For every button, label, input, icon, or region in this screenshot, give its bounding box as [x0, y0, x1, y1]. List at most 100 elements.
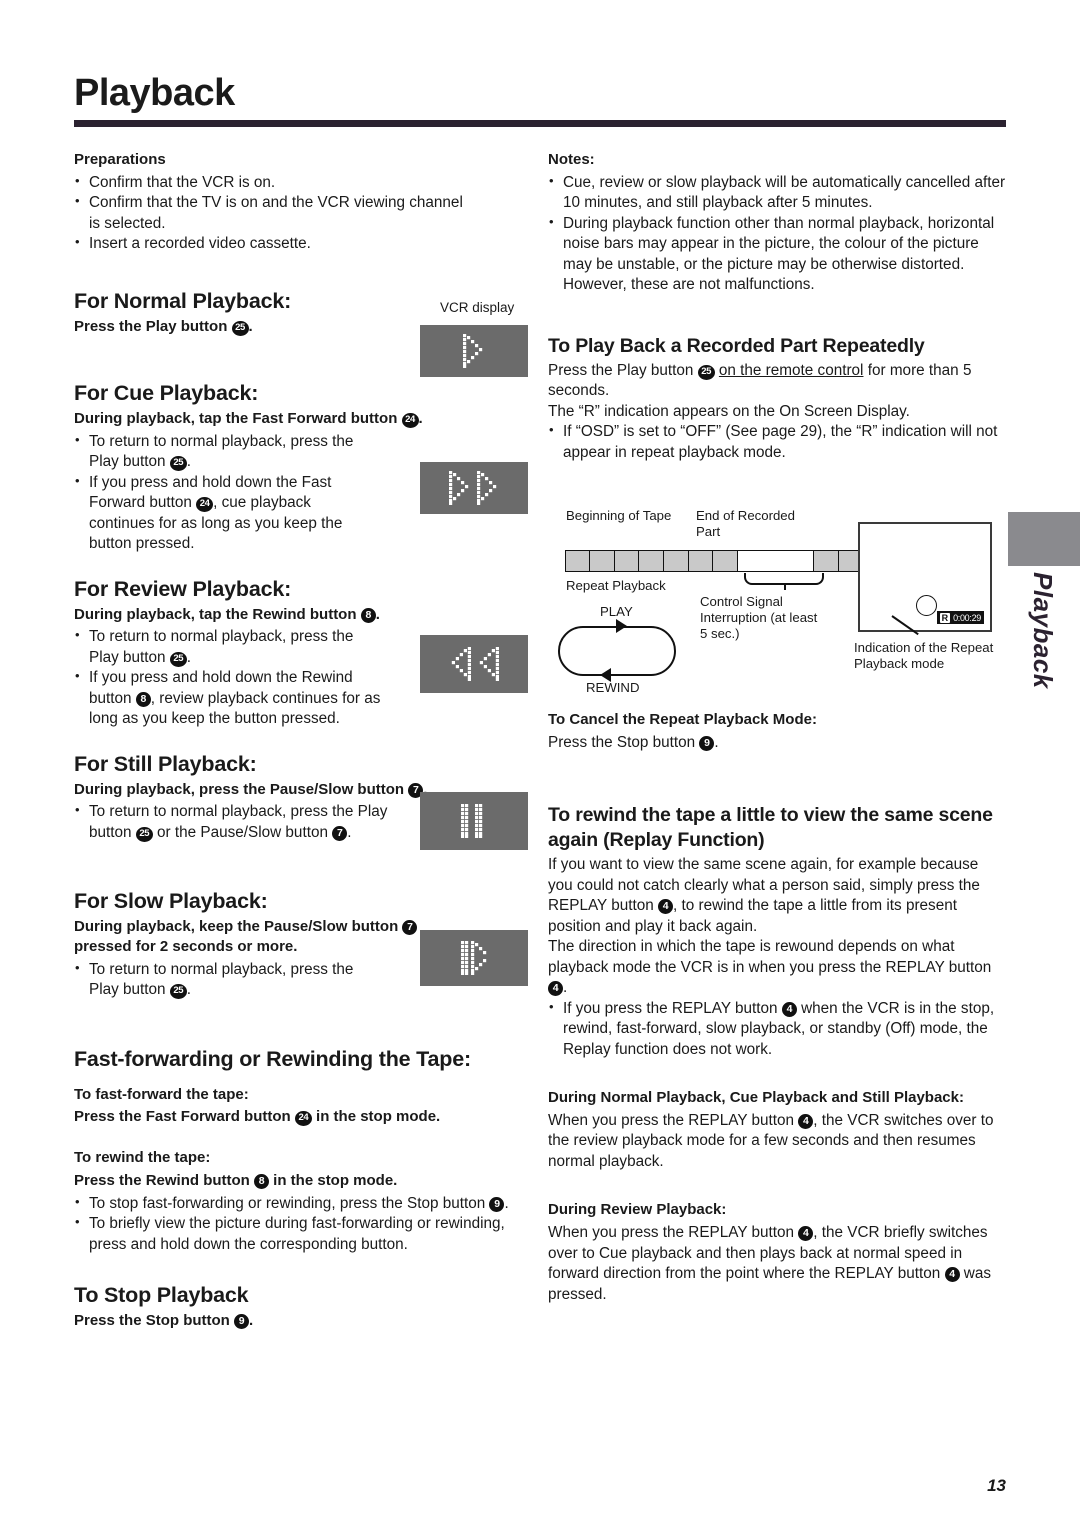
- title-divider: [74, 120, 1006, 127]
- text-run: During playback, tap the Fast Forward bu…: [74, 410, 402, 428]
- button-badge-25: 25: [169, 651, 187, 667]
- osd-repeat-badge: R: [939, 612, 951, 623]
- stop-playback-section: To Stop Playback Press the Stop button 9…: [74, 1283, 474, 1331]
- repeat-playback-list: If “OSD” is set to “OFF” (See page 29), …: [548, 421, 1006, 463]
- tape-segment: [663, 550, 690, 572]
- repeat-playback-line2: The “R” indication appears on the On Scr…: [548, 402, 910, 420]
- tape-segment-recorded: [736, 550, 815, 572]
- text-run: To return to normal playback, press the …: [89, 432, 354, 471]
- button-badge-24: 24: [294, 1111, 312, 1127]
- slow-playback-section: For Slow Playback: During playback, keep…: [74, 889, 474, 1000]
- text-run: in the stop mode.: [311, 1108, 441, 1126]
- replay-paragraph-2: The direction in which the tape is rewou…: [548, 937, 1006, 998]
- text-run: To return to normal playback, press the …: [89, 960, 354, 999]
- text-run: To stop fast-forwarding or rewinding, pr…: [89, 1194, 490, 1212]
- right-column-lower: To Cancel the Repeat Playback Mode: Pres…: [548, 710, 1006, 1305]
- text-run: .: [714, 733, 719, 751]
- button-badge-25: 25: [231, 320, 249, 336]
- text-run: .: [563, 979, 568, 997]
- text-run: During playback, press the Pause/Slow bu…: [74, 780, 409, 798]
- cue-playback-instruction: During playback, tap the Fast Forward bu…: [74, 409, 474, 429]
- text-run: Press the Stop button: [548, 733, 700, 751]
- text-run: .: [418, 410, 423, 428]
- diagram-label-control-signal: Control Signal Interruption (at least 5 …: [700, 594, 818, 642]
- ff-instruction: Press the Fast Forward button 24 in the …: [74, 1107, 474, 1127]
- repeat-playback-heading: To Play Back a Recorded Part Repeatedly: [548, 334, 925, 357]
- text-run: Press the Stop button: [74, 1312, 235, 1329]
- review-playback-instruction: During playback, tap the Rewind button 8…: [74, 605, 474, 625]
- button-badge-8: 8: [254, 1173, 270, 1189]
- list-item: To briefly view the picture during fast-…: [74, 1213, 526, 1255]
- text-run: pressed for 2 seconds or more.: [74, 938, 298, 955]
- list-item: Confirm that the VCR is on.: [74, 172, 474, 193]
- text-run: Press the Play button: [74, 317, 232, 335]
- list-item: To return to normal playback, press the …: [74, 801, 389, 843]
- notes-list: Cue, review or slow playback will be aut…: [548, 172, 1006, 296]
- pause-icon: [461, 804, 483, 838]
- button-badge-8: 8: [135, 691, 151, 707]
- cancel-repeat-instruction: Press the Stop button 9.: [548, 733, 1006, 753]
- text-run: .: [186, 453, 192, 471]
- ff-subheading: To fast-forward the tape:: [74, 1085, 249, 1103]
- normal-playback-heading: For Normal Playback:: [74, 288, 292, 313]
- button-badge-25: 25: [135, 826, 153, 842]
- text-run: Press the Rewind button: [74, 1171, 255, 1189]
- cancel-repeat-section: To Cancel the Repeat Playback Mode: Pres…: [548, 710, 1006, 753]
- text-run: If you press the REPLAY button: [563, 999, 782, 1017]
- button-badge-8: 8: [360, 607, 376, 623]
- notes-heading: Notes:: [548, 151, 595, 168]
- osd-highlight-circle: [916, 595, 937, 616]
- vcr-display-normal: [420, 325, 528, 377]
- button-badge-4: 4: [798, 1226, 814, 1242]
- list-item: Cue, review or slow playback will be aut…: [548, 172, 1006, 214]
- list-item: If you press and hold down the Fast Forw…: [74, 472, 374, 555]
- list-item: Insert a recorded video cassette.: [74, 233, 474, 254]
- list-item: If you press the REPLAY button 4 when th…: [548, 998, 1006, 1060]
- text-run: .: [375, 605, 380, 623]
- button-badge-24: 24: [401, 413, 419, 429]
- vcr-display-slow: [420, 930, 528, 986]
- slow-playback-instruction: During playback, keep the Pause/Slow but…: [74, 917, 474, 957]
- fast-forward-icon: [449, 471, 469, 505]
- page-number: 13: [987, 1476, 1006, 1495]
- list-item: To return to normal playback, press the …: [74, 959, 374, 1001]
- button-badge-9: 9: [699, 735, 715, 751]
- play-arrow-icon: [616, 619, 627, 633]
- manual-page: Playback Preparations Confirm that the V…: [0, 0, 1080, 1526]
- still-playback-instruction: During playback, press the Pause/Slow bu…: [74, 780, 474, 800]
- tape-segment: [813, 550, 840, 572]
- text-run: To return to normal playback, press the …: [89, 628, 354, 666]
- text-run: During playback, tap the Rewind button: [74, 605, 361, 623]
- rewind-icon: [479, 647, 499, 681]
- button-badge-9: 9: [489, 1196, 505, 1212]
- list-item: To return to normal playback, press the …: [74, 626, 374, 668]
- tape-segment: [589, 550, 616, 572]
- still-playback-list: To return to normal playback, press the …: [74, 801, 474, 843]
- play-icon: [463, 334, 483, 368]
- list-item: If “OSD” is set to “OFF” (See page 29), …: [548, 421, 1006, 463]
- vcr-display-review: [420, 635, 528, 693]
- tape-segment: [613, 550, 640, 572]
- text-run: The direction in which the tape is rewou…: [548, 938, 992, 976]
- text-run: Press the Fast Forward button: [74, 1108, 295, 1126]
- notes-section: Notes: Cue, review or slow playback will…: [548, 150, 1006, 296]
- left-column: Preparations Confirm that the VCR is on.…: [74, 150, 509, 1334]
- right-column: Notes: Cue, review or slow playback will…: [548, 150, 1006, 463]
- review-playback-section: For Review Playback: During playback, ta…: [74, 577, 474, 730]
- repeat-playback-section: To Play Back a Recorded Part Repeatedly …: [548, 334, 1006, 463]
- cue-playback-section: For Cue Playback: During playback, tap t…: [74, 381, 474, 555]
- slow-playback-heading: For Slow Playback:: [74, 889, 268, 914]
- cue-playback-heading: For Cue Playback:: [74, 381, 259, 406]
- tape-segment: [638, 550, 665, 572]
- text-run: Press the Play button: [548, 361, 698, 379]
- review-playback-heading: For Review Playback:: [74, 576, 292, 601]
- text-run: .: [347, 823, 352, 841]
- tape-bar: [564, 550, 889, 572]
- replay-function-section: To rewind the tape a little to view the …: [548, 803, 1006, 1305]
- vcr-display-still: [420, 792, 528, 850]
- diagram-label-end: End of Recorded Part: [696, 508, 795, 540]
- repeat-playback-diagram: Beginning of Tape End of Recorded Part R…: [548, 508, 1010, 698]
- replay-paragraph-1: If you want to view the same scene again…: [548, 855, 1006, 937]
- text-run: When you press the REPLAY button: [548, 1111, 799, 1129]
- button-badge-4: 4: [548, 981, 563, 997]
